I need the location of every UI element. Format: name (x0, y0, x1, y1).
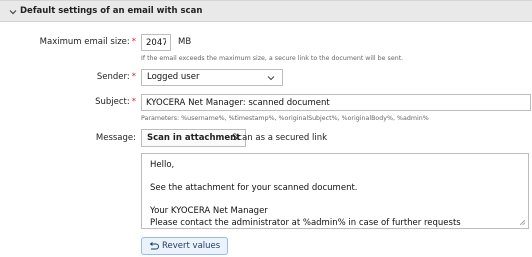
message-line (150, 172, 520, 184)
revert-values-button[interactable]: Revert values (141, 237, 229, 255)
subject-hint: Parameters: %username%, %timestamp%, %or… (141, 115, 429, 122)
sender-label: Sender: * (97, 72, 136, 82)
subject-label-text: Subject: (95, 97, 130, 107)
max-size-label: Maximum email size: * (40, 37, 136, 47)
section-header[interactable]: Default settings of an email with scan (0, 0, 532, 22)
max-size-label-text: Maximum email size: (39, 37, 130, 47)
required-marker: * (131, 97, 136, 107)
resize-handle-icon[interactable] (520, 220, 525, 225)
section-title: Default settings of an email with scan (20, 6, 203, 16)
message-line (150, 195, 520, 207)
required-marker: * (131, 72, 136, 82)
message-line: Please contact the administrator at %adm… (150, 217, 461, 228)
message-body-textarea[interactable]: Hello, See the attachment for your scann… (141, 153, 529, 229)
caret-down-icon (267, 76, 275, 81)
revert-values-label: Revert values (162, 241, 221, 251)
message-line: Your KYOCERA Net Manager (150, 206, 268, 216)
sender-select[interactable]: Logged user (141, 69, 283, 86)
max-size-input[interactable] (141, 34, 171, 51)
chevron-down-icon[interactable] (8, 7, 18, 17)
tab-scan-as-secured-link[interactable]: Scan as a secured link (227, 130, 332, 146)
message-line: See the attachment for your scanned docu… (150, 183, 358, 193)
required-marker: * (131, 37, 136, 47)
max-size-unit: MB (178, 37, 192, 47)
message-line: Hello, (150, 160, 175, 170)
message-label-text: Message: (95, 133, 136, 143)
sender-select-value: Logged user (147, 72, 200, 82)
undo-arrow-icon (149, 242, 159, 250)
subject-input[interactable] (141, 94, 531, 111)
message-label: Message: (96, 133, 136, 143)
sender-label-text: Sender: (96, 72, 130, 82)
subject-label: Subject: * (95, 97, 136, 107)
max-size-hint: If the email exceeds the maximum size, a… (141, 55, 404, 62)
